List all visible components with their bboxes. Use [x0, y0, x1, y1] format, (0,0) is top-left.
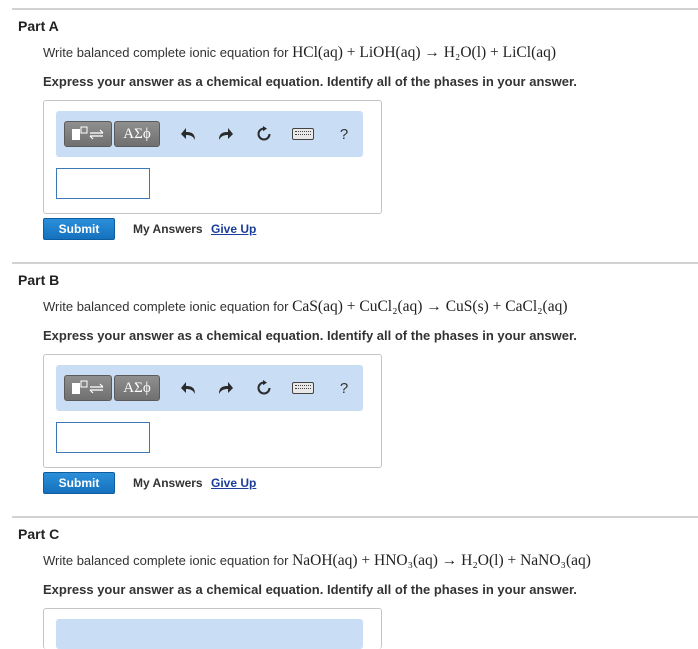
- help-button[interactable]: ?: [333, 378, 355, 398]
- redo-arrow-icon[interactable]: [214, 378, 236, 398]
- math-toolbar: ΑΣϕ ?: [56, 365, 363, 411]
- answer-editor: [43, 608, 382, 649]
- undo-arrow-icon[interactable]: [178, 124, 200, 144]
- templates-icon: [72, 380, 104, 394]
- question-text: Write balanced complete ionic equation f…: [43, 298, 568, 316]
- reset-icon[interactable]: [253, 124, 275, 144]
- answer-editor: ΑΣϕ ?: [43, 354, 382, 468]
- question-prefix: Write balanced complete ionic equation f…: [43, 553, 289, 568]
- symbols-button[interactable]: ΑΣϕ: [114, 375, 160, 401]
- answer-input[interactable]: [56, 168, 150, 199]
- give-up-link[interactable]: Give Up: [211, 222, 256, 236]
- redo-arrow-icon[interactable]: [214, 124, 236, 144]
- templates-icon: [72, 126, 104, 140]
- answer-instruction: Express your answer as a chemical equati…: [43, 582, 577, 597]
- question-prefix: Write balanced complete ionic equation f…: [43, 299, 289, 314]
- undo-arrow-icon[interactable]: [178, 378, 200, 398]
- part-divider: [12, 262, 698, 264]
- answer-instruction: Express your answer as a chemical equati…: [43, 328, 577, 343]
- question-prefix: Write balanced complete ionic equation f…: [43, 45, 289, 60]
- math-toolbar: ΑΣϕ ?: [56, 111, 363, 157]
- part-divider: [12, 8, 698, 10]
- chemical-equation: NaOH(aq) + HNO₃(aq) → H₂O(l) + NaNO₃(aq): [292, 552, 591, 569]
- templates-button[interactable]: [64, 121, 112, 147]
- my-answers-link[interactable]: My Answers: [133, 222, 203, 236]
- reset-icon[interactable]: [253, 378, 275, 398]
- help-button[interactable]: ?: [333, 124, 355, 144]
- chemical-equation: CaS(aq) + CuCl₂(aq) → CuS(s) + CaCl₂(aq): [292, 298, 568, 315]
- keyboard-icon[interactable]: [292, 378, 314, 398]
- answer-instruction: Express your answer as a chemical equati…: [43, 74, 577, 89]
- question-text: Write balanced complete ionic equation f…: [43, 44, 556, 62]
- submit-button[interactable]: Submit: [43, 472, 115, 494]
- math-toolbar: [56, 619, 363, 649]
- answer-editor: ΑΣϕ ?: [43, 100, 382, 214]
- symbols-button[interactable]: ΑΣϕ: [114, 121, 160, 147]
- part-title: Part A: [18, 18, 59, 34]
- part-divider: [12, 516, 698, 518]
- templates-button[interactable]: [64, 375, 112, 401]
- part-title: Part C: [18, 526, 60, 542]
- question-text: Write balanced complete ionic equation f…: [43, 552, 591, 570]
- answer-input[interactable]: [56, 422, 150, 453]
- chemical-equation: HCl(aq) + LiOH(aq) → H₂O(l) + LiCl(aq): [292, 44, 557, 61]
- keyboard-icon[interactable]: [292, 124, 314, 144]
- part-title: Part B: [18, 272, 60, 288]
- submit-button[interactable]: Submit: [43, 218, 115, 240]
- give-up-link[interactable]: Give Up: [211, 476, 256, 490]
- my-answers-link[interactable]: My Answers: [133, 476, 203, 490]
